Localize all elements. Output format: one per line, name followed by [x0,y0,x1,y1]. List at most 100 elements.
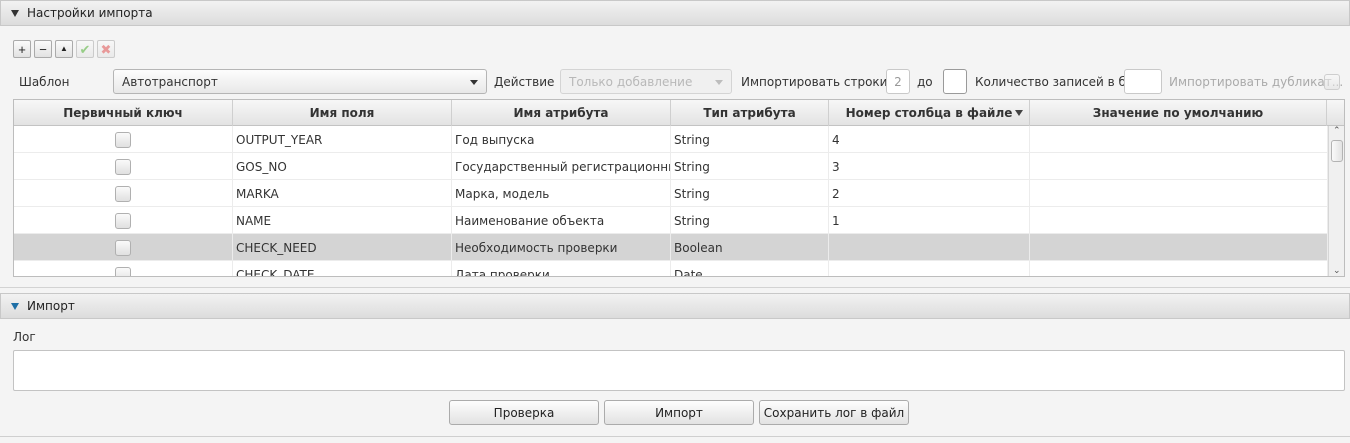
table-cell-field[interactable]: MARKA [233,180,452,207]
sort-descending-icon [1015,110,1023,116]
minus-icon: − [39,41,47,57]
primary-key-cell [14,261,233,276]
table-cell-attr[interactable]: Год выпуска [452,126,671,153]
settings-form-row: Шаблон Автотранспорт Действие Только доб… [0,69,1350,95]
collapse-arrow-icon[interactable] [11,302,19,310]
table-cell-type[interactable]: Boolean [671,234,829,261]
batch-count-label: Количество записей в б... [975,75,1138,89]
arrow-up-icon: ▲ [60,44,68,53]
import-duplicates-label: Импортировать дубликат... [1169,75,1344,89]
table-toolbar: + − ▲ ✔ ✖ [13,40,115,58]
x-icon: ✖ [100,41,112,57]
table-row[interactable]: MARKA Марка, модель String 2 [14,180,1328,207]
chevron-down-icon [470,80,478,85]
primary-key-cell [14,207,233,234]
mapping-table: Первичный ключ Имя поля Имя атрибута Тип… [13,99,1345,277]
table-cell-field[interactable]: NAME [233,207,452,234]
column-header-primary-key[interactable]: Первичный ключ [14,100,233,126]
table-cell-attr[interactable]: Наименование объекта [452,207,671,234]
table-row[interactable]: NAME Наименование объекта String 1 [14,207,1328,234]
primary-key-cell [14,126,233,153]
table-cell-col[interactable] [829,234,1030,261]
table-cell-type[interactable]: String [671,153,829,180]
import-rows-to-field[interactable] [943,69,967,94]
import-rows-from-field[interactable]: 2 [886,69,910,94]
table-cell-default[interactable] [1030,153,1328,180]
scroll-up-icon[interactable]: ⌃ [1333,126,1341,136]
primary-key-checkbox[interactable] [115,185,131,202]
log-textarea[interactable] [13,350,1345,391]
table-cell-default[interactable] [1030,180,1328,207]
table-cell-field[interactable]: GOS_NO [233,153,452,180]
primary-key-checkbox[interactable] [115,158,131,175]
import-button[interactable]: Импорт [604,400,754,425]
import-rows-from-value: 2 [894,74,902,89]
import-rows-label: Импортировать строки с [741,75,898,89]
move-up-button[interactable]: ▲ [55,40,73,58]
import-duplicates-checkbox[interactable] [1324,74,1340,90]
primary-key-checkbox[interactable] [115,266,131,276]
column-header-field-name[interactable]: Имя поля [233,100,452,126]
confirm-button[interactable]: ✔ [76,40,94,58]
add-row-button[interactable]: + [13,40,31,58]
table-cell-field[interactable]: CHECK_NEED [233,234,452,261]
table-cell-attr[interactable]: Необходимость проверки [452,234,671,261]
primary-key-cell [14,234,233,261]
table-cell-attr[interactable]: Марка, модель [452,180,671,207]
log-label: Лог [13,330,36,344]
table-cell-default[interactable] [1030,126,1328,153]
column-header-attribute-type[interactable]: Тип атрибута [671,100,829,126]
table-row[interactable]: OUTPUT_YEAR Год выпуска String 4 [14,126,1328,153]
remove-row-button[interactable]: − [34,40,52,58]
primary-key-cell [14,180,233,207]
template-combobox[interactable]: Автотранспорт [113,69,487,94]
import-pane-header[interactable]: Импорт [0,293,1350,319]
table-cell-col[interactable]: 4 [829,126,1030,153]
table-cell-attr[interactable]: Государственный регистрационный знак [452,153,671,180]
table-vertical-scrollbar[interactable]: ⌃ ⌄ [1328,126,1344,276]
column-header-column-number[interactable]: Номер столбца в файле [829,100,1030,126]
check-icon: ✔ [79,41,91,57]
table-cell-field[interactable]: OUTPUT_YEAR [233,126,452,153]
table-row[interactable]: GOS_NOГосударственный регистрационный зн… [14,153,1328,180]
import-settings-title: Настройки импорта [27,6,153,20]
scrollbar-thumb[interactable] [1331,140,1343,162]
column-header-attribute-name[interactable]: Имя атрибута [452,100,671,126]
scroll-down-icon[interactable]: ⌄ [1333,266,1341,276]
save-log-button[interactable]: Сохранить лог в файл [759,400,909,425]
primary-key-checkbox[interactable] [115,212,131,229]
table-cell-col[interactable]: 2 [829,180,1030,207]
import-pane-title: Импорт [27,299,75,313]
table-row[interactable]: CHECK_DATE Дата проверки Date [14,261,1328,276]
column-header-default-value[interactable]: Значение по умолчанию [1030,100,1327,126]
table-cell-type[interactable]: String [671,180,829,207]
table-cell-attr[interactable]: Дата проверки [452,261,671,276]
table-cell-type[interactable]: Date [671,261,829,276]
table-cell-col[interactable]: 1 [829,207,1030,234]
check-button[interactable]: Проверка [449,400,599,425]
import-settings-header[interactable]: Настройки импорта [0,0,1350,26]
table-cell-default[interactable] [1030,261,1328,276]
table-cell-default[interactable] [1030,207,1328,234]
table-cell-type[interactable]: String [671,207,829,234]
table-cell-type[interactable]: String [671,126,829,153]
table-header: Первичный ключ Имя поля Имя атрибута Тип… [14,100,1344,126]
action-label: Действие [494,75,555,89]
table-cell-col[interactable]: 3 [829,153,1030,180]
cancel-button[interactable]: ✖ [97,40,115,58]
batch-count-field[interactable] [1124,69,1162,94]
action-combobox[interactable]: Только добавление [560,69,732,94]
table-cell-field[interactable]: CHECK_DATE [233,261,452,276]
column-header-column-number-label: Номер столбца в файле [845,106,1013,120]
table-row[interactable]: CHECK_NEED Необходимость проверки Boolean [14,234,1328,261]
footer-divider [0,436,1350,437]
action-value: Только добавление [569,74,693,89]
primary-key-checkbox[interactable] [115,131,131,148]
pane-separator [0,287,1350,288]
collapse-arrow-icon[interactable] [11,9,19,17]
template-label: Шаблон [19,75,70,89]
table-cell-col[interactable] [829,261,1030,276]
primary-key-checkbox[interactable] [115,239,131,256]
table-cell-default[interactable] [1030,234,1328,261]
to-label: до [917,75,933,89]
